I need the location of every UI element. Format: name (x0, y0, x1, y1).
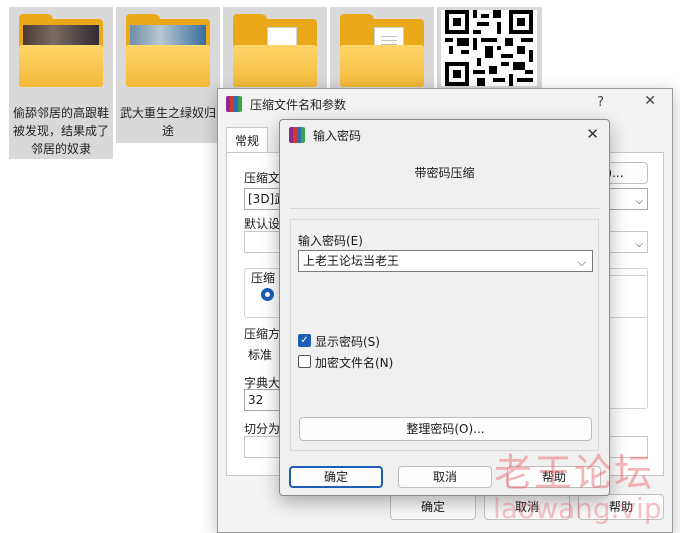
qr-code-image (441, 10, 537, 86)
winrar-icon (289, 127, 305, 143)
folder-icon (233, 14, 317, 87)
dictionary-select[interactable]: 32 (244, 389, 284, 411)
cancel-button[interactable]: 取消 (398, 466, 492, 488)
folder-icon (126, 14, 210, 87)
chevron-down-icon: ⌵ (635, 196, 643, 207)
divider (290, 208, 599, 209)
watermark-url: laowang.vip (493, 492, 662, 525)
encrypt-names-checkbox[interactable] (298, 355, 311, 368)
method-value[interactable]: 标准 (248, 346, 272, 363)
enter-password-dialog: 输入密码 ✕ 带密码压缩 输入密码(E) 上老王论坛当老王 ⌵ ✓ 显示密码(S… (279, 119, 610, 496)
chevron-down-icon[interactable]: ⌵ (578, 253, 586, 273)
organize-passwords-button[interactable]: 整理密码(O)... (299, 417, 592, 441)
format-group-label: 压缩 (251, 271, 276, 285)
watermark-logo: 老王论坛 (494, 451, 655, 495)
ok-button[interactable]: 确定 (289, 466, 383, 488)
format-radio[interactable] (261, 288, 274, 301)
dialog-title: 压缩文件名和参数 (250, 97, 347, 112)
close-icon[interactable]: ✕ (644, 93, 656, 109)
file-tile-2[interactable]: 武大重生之绿奴归途 (116, 7, 220, 143)
password-value: 上老王论坛当老王 (303, 254, 400, 268)
tab-bar: 常规 (226, 127, 269, 153)
file-tile-3[interactable] (223, 7, 327, 93)
folder-icon (19, 14, 103, 87)
dialog-title: 输入密码 (313, 128, 362, 143)
password-input[interactable]: 上老王论坛当老王 ⌵ (298, 250, 593, 272)
winrar-icon (226, 96, 242, 112)
file-tile-1[interactable]: 偷舔邻居的高跟鞋被发现，结果成了邻居的奴隶 (9, 7, 113, 159)
default-profile-label: 默认设 (244, 217, 281, 231)
caption-text: 带密码压缩 (414, 166, 475, 180)
show-password-checkbox[interactable]: ✓ (298, 334, 311, 347)
tab-general[interactable]: 常规 (226, 127, 269, 153)
file-tile-4[interactable] (330, 7, 434, 93)
method-label: 压缩方 (244, 327, 281, 341)
split-label: 切分为 (244, 422, 281, 436)
show-password-label[interactable]: 显示密码(S) (315, 333, 380, 350)
file-name: 武大重生之绿奴归途 (120, 106, 217, 138)
dialog-titlebar: 输入密码 (280, 120, 609, 150)
help-title-button[interactable]: ? (597, 95, 604, 110)
password-label: 输入密码(E) (298, 234, 363, 248)
chevron-down-icon: ⌵ (635, 239, 643, 250)
file-name: 偷舔邻居的高跟鞋被发现，结果成了邻居的奴隶 (13, 106, 110, 156)
folder-icon (340, 14, 424, 87)
archive-name-label: 压缩文 (244, 171, 281, 185)
dictionary-value: 32 (248, 393, 264, 407)
close-icon[interactable]: ✕ (586, 125, 599, 143)
encrypt-names-label[interactable]: 加密文件名(N) (315, 354, 393, 371)
ok-button[interactable]: 确定 (390, 494, 476, 520)
